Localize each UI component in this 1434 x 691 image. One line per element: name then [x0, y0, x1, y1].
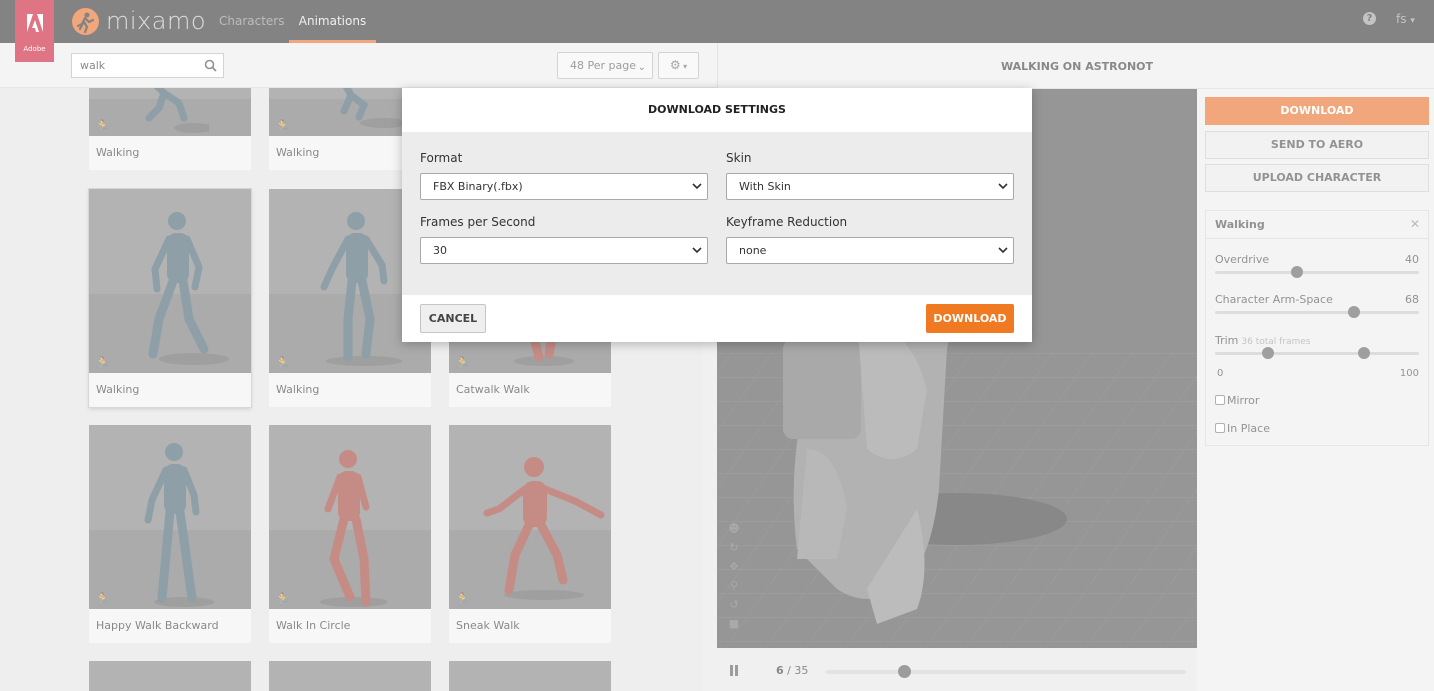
cancel-button[interactable]: CANCEL — [420, 304, 486, 333]
keyframe-reduction-value: none — [739, 244, 767, 257]
chevron-down-icon — [692, 247, 702, 254]
chevron-down-icon — [998, 247, 1008, 254]
skin-select[interactable]: With Skin — [726, 173, 1014, 200]
skin-label: Skin — [726, 151, 752, 165]
format-select[interactable]: FBX Binary(.fbx) — [420, 173, 708, 200]
fps-select[interactable]: 30 — [420, 237, 708, 264]
format-value: FBX Binary(.fbx) — [433, 180, 523, 193]
dialog-title: DOWNLOAD SETTINGS — [648, 103, 786, 116]
download-button[interactable]: DOWNLOAD — [926, 304, 1014, 333]
keyframe-reduction-label: Keyframe Reduction — [726, 215, 848, 229]
keyframe-reduction-select[interactable]: none — [726, 237, 1014, 264]
chevron-down-icon — [692, 183, 702, 190]
download-settings-dialog: DOWNLOAD SETTINGS Format FBX Binary(.fbx… — [402, 88, 1032, 342]
chevron-down-icon — [998, 183, 1008, 190]
format-label: Format — [420, 151, 463, 165]
skin-value: With Skin — [739, 180, 791, 193]
fps-value: 30 — [433, 244, 447, 257]
fps-label: Frames per Second — [420, 215, 536, 229]
dialog-body: Format FBX Binary(.fbx) Skin With Skin F… — [402, 132, 1032, 295]
